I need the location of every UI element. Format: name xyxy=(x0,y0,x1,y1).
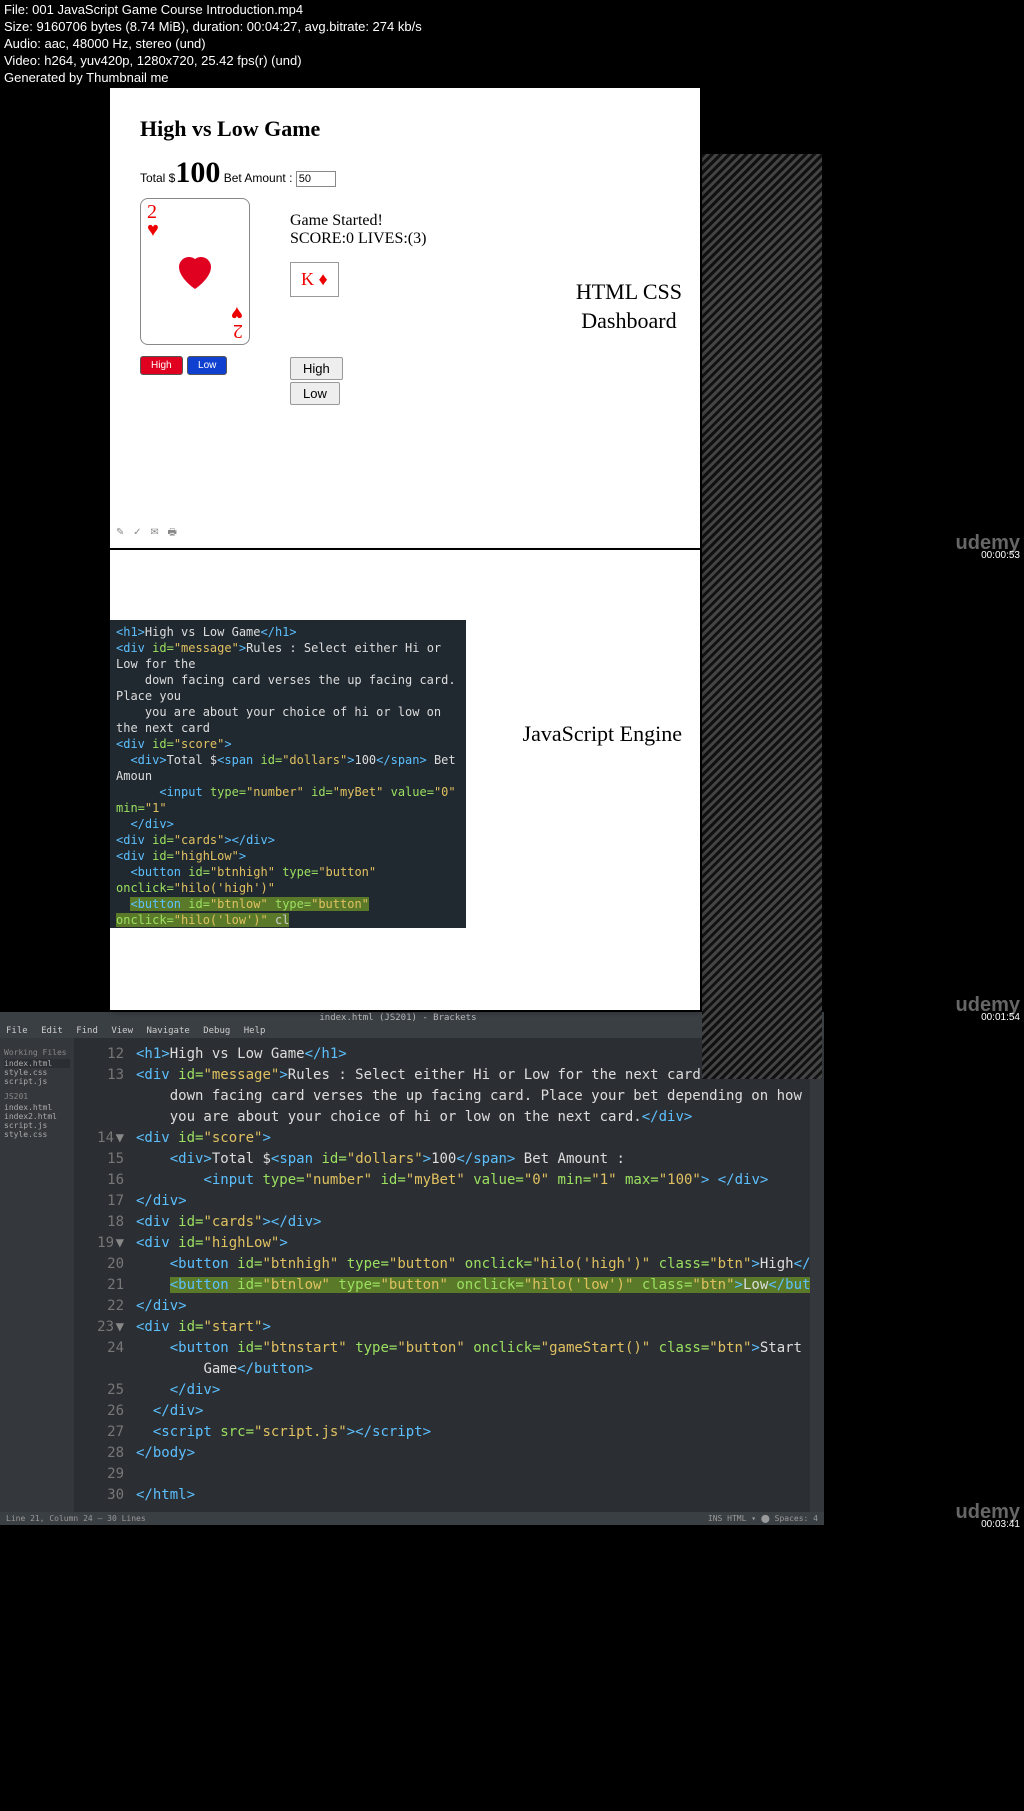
file-metadata: File: 001 JavaScript Game Course Introdu… xyxy=(0,0,1024,88)
game-status: Game Started! SCORE:0 LIVES:(3) xyxy=(290,212,426,248)
slide-engine: <h1>High vs Low Game</h1> <div id="messa… xyxy=(110,550,700,1010)
meta-file: File: 001 JavaScript Game Course Introdu… xyxy=(4,2,1020,19)
timestamp-3: 00:03:41 xyxy=(981,1519,1020,1530)
sidebar-file[interactable]: style.css xyxy=(4,1068,70,1077)
meta-audio: Audio: aac, 48000 Hz, stereo (und) xyxy=(4,36,1020,53)
menu-find[interactable]: Find xyxy=(76,1026,98,1036)
code-pane[interactable]: <h1>High vs Low Game</h1> <div id="messa… xyxy=(132,1038,810,1512)
playing-card: 2♥ 2♥ xyxy=(140,198,250,345)
timestamp-2: 00:01:54 xyxy=(981,1012,1020,1023)
slide-dashboard: High vs Low Game Total $100 Bet Amount :… xyxy=(110,88,700,548)
menu-file[interactable]: File xyxy=(6,1026,28,1036)
working-files-header: Working Files xyxy=(4,1048,70,1057)
score-lives-label: SCORE:0 LIVES:(3) xyxy=(290,230,426,248)
status-mode: INS HTML ▾ ⬤ Spaces: 4 xyxy=(708,1514,818,1523)
sidebar-file[interactable]: index2.html xyxy=(4,1112,70,1121)
sidebar-file[interactable]: script.js xyxy=(4,1077,70,1086)
plain-buttons: High Low xyxy=(290,357,426,405)
opponent-card: K ♦ xyxy=(290,262,339,297)
plain-low-button[interactable]: Low xyxy=(290,382,340,405)
menu-debug[interactable]: Debug xyxy=(203,1026,230,1036)
timestamp-1: 00:00:53 xyxy=(981,550,1020,561)
editor-sidebar[interactable]: Working Files index.html style.css scrip… xyxy=(0,1038,74,1512)
line-gutter: 121314▼1516171819▼20212223▼2425262728293… xyxy=(74,1038,132,1512)
low-button[interactable]: Low xyxy=(187,356,227,375)
high-button[interactable]: High xyxy=(140,356,183,375)
sidebar-file[interactable]: index.html xyxy=(4,1059,70,1068)
code-preview: <h1>High vs Low Game</h1> <div id="messa… xyxy=(110,620,466,928)
meta-video: Video: h264, yuv420p, 1280x720, 25.42 fp… xyxy=(4,53,1020,70)
slide-label-engine: JavaScript Engine xyxy=(523,720,682,749)
brackets-editor: index.html (JS201) - Brackets — ▢ ✕ File… xyxy=(0,1012,824,1525)
decorative-stripe xyxy=(702,154,822,1079)
editor-statusbar: Line 21, Column 24 — 30 Lines INS HTML ▾… xyxy=(0,1512,824,1525)
game-title: High vs Low Game xyxy=(140,116,670,142)
project-header: JS201 xyxy=(4,1092,70,1101)
meta-generated: Generated by Thumbnail me xyxy=(4,70,1020,87)
sidebar-file[interactable]: script.js xyxy=(4,1121,70,1130)
menu-bar[interactable]: File Edit Find View Navigate Debug Help xyxy=(0,1024,824,1038)
slide-toolbar-icons: ✎ ✓ ✉ 🖶 xyxy=(116,525,180,542)
game-started-label: Game Started! xyxy=(290,212,426,230)
bet-label: Bet Amount : xyxy=(220,171,295,185)
menu-navigate[interactable]: Navigate xyxy=(146,1026,189,1036)
high-low-buttons: High Low xyxy=(140,355,250,375)
menu-view[interactable]: View xyxy=(111,1026,133,1036)
sidebar-file[interactable]: style.css xyxy=(4,1130,70,1139)
bet-input[interactable] xyxy=(296,171,336,187)
card-rank-top: 2♥ xyxy=(147,203,159,239)
sidebar-file[interactable]: index.html xyxy=(4,1103,70,1112)
total-label: Total $ xyxy=(140,171,175,185)
window-titlebar: index.html (JS201) - Brackets — ▢ ✕ xyxy=(0,1012,824,1024)
meta-size: Size: 9160706 bytes (8.74 MiB), duration… xyxy=(4,19,1020,36)
menu-help[interactable]: Help xyxy=(244,1026,266,1036)
bet-line: Total $100 Bet Amount : xyxy=(140,156,670,190)
editor-right-gutter xyxy=(810,1038,824,1512)
menu-edit[interactable]: Edit xyxy=(41,1026,63,1036)
plain-high-button[interactable]: High xyxy=(290,357,343,380)
total-value: 100 xyxy=(175,156,220,189)
status-cursor: Line 21, Column 24 — 30 Lines xyxy=(6,1514,146,1523)
heart-icon xyxy=(171,247,219,295)
card-rank-bottom: 2♥ xyxy=(231,304,243,340)
window-title: index.html (JS201) - Brackets xyxy=(319,1013,476,1023)
slide-label-dashboard: HTML CSS Dashboard xyxy=(576,278,682,335)
